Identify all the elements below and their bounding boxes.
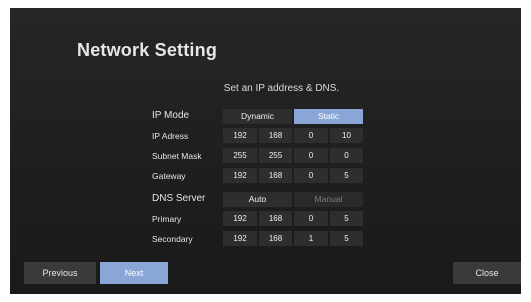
ip-mode-label: IP Mode [152, 110, 190, 121]
dns-secondary-octet-3[interactable]: 1 [294, 231, 328, 246]
dns-primary-octet-4[interactable]: 5 [330, 211, 363, 226]
dns-secondary-octet-4[interactable]: 5 [330, 231, 363, 246]
dns-secondary-label: Secondary [152, 234, 193, 244]
ip-mode-dynamic-button[interactable]: Dynamic [223, 109, 292, 124]
network-setting-screen: Network Setting Set an IP address & DNS.… [10, 8, 521, 294]
ip-address-octet-3[interactable]: 0 [294, 128, 328, 143]
page-subtitle: Set an IP address & DNS. [223, 83, 340, 94]
gateway-octet-1[interactable]: 192 [223, 168, 257, 183]
dns-secondary-octet-2[interactable]: 168 [259, 231, 292, 246]
dns-manual-button[interactable]: Manual [294, 192, 363, 207]
ip-address-octet-4[interactable]: 10 [330, 128, 363, 143]
page-title: Network Setting [77, 40, 218, 60]
gateway-octet-2[interactable]: 168 [259, 168, 292, 183]
dns-secondary-octet-1[interactable]: 192 [223, 231, 257, 246]
gateway-octet-4[interactable]: 5 [330, 168, 363, 183]
dns-primary-label: Primary [152, 214, 182, 224]
dns-primary-octet-1[interactable]: 192 [223, 211, 257, 226]
dns-server-label: DNS Server [152, 193, 206, 204]
gateway-label: Gateway [152, 171, 186, 181]
subnet-mask-octet-4[interactable]: 0 [330, 148, 363, 163]
subnet-mask-octet-2[interactable]: 255 [259, 148, 292, 163]
ip-address-octet-2[interactable]: 168 [259, 128, 292, 143]
subnet-mask-label: Subnet Mask [152, 151, 202, 161]
close-button[interactable]: Close [453, 262, 521, 284]
dns-primary-octet-3[interactable]: 0 [294, 211, 328, 226]
ip-address-octet-1[interactable]: 192 [223, 128, 257, 143]
ip-address-label: IP Adress [152, 131, 189, 141]
ip-mode-static-button[interactable]: Static [294, 109, 363, 124]
dns-primary-octet-2[interactable]: 168 [259, 211, 292, 226]
next-button[interactable]: Next [100, 262, 168, 284]
previous-button[interactable]: Previous [24, 262, 96, 284]
subnet-mask-octet-1[interactable]: 255 [223, 148, 257, 163]
subnet-mask-octet-3[interactable]: 0 [294, 148, 328, 163]
dns-auto-button[interactable]: Auto [223, 192, 292, 207]
gateway-octet-3[interactable]: 0 [294, 168, 328, 183]
